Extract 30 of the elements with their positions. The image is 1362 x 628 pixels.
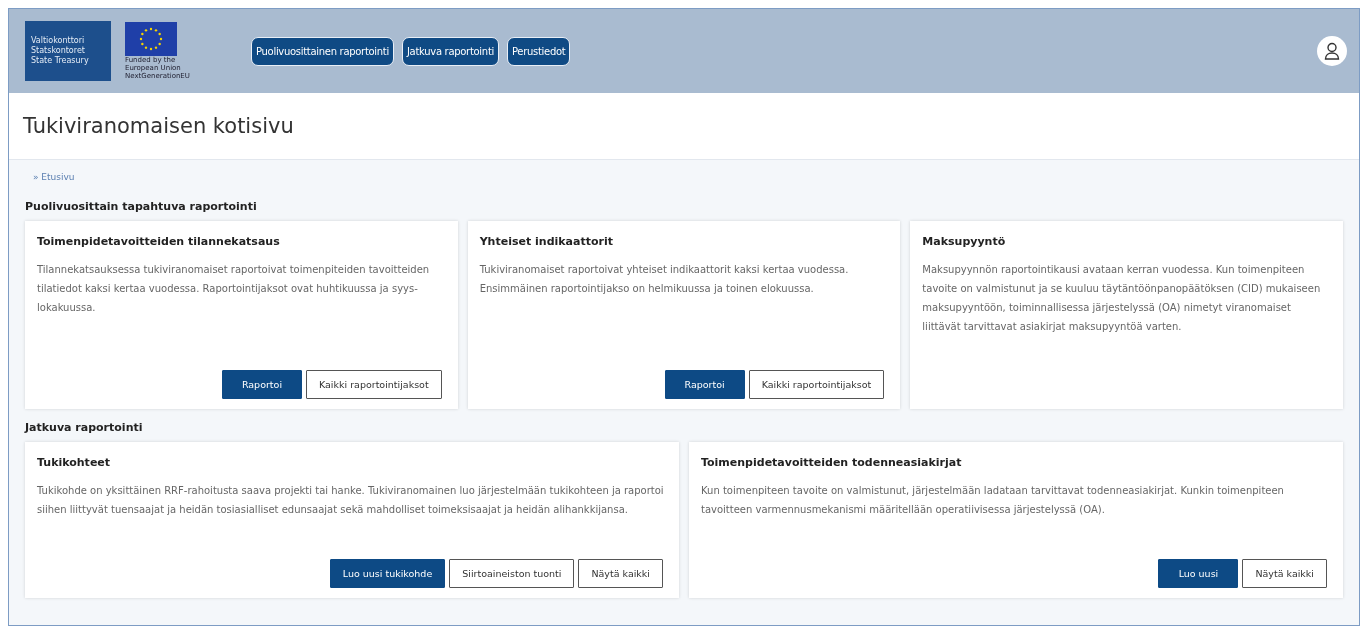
card-title: Yhteiset indikaattorit bbox=[479, 235, 614, 248]
secondary-button[interactable]: Näytä kaikki bbox=[578, 559, 663, 588]
card-title: Tukikohteet bbox=[37, 456, 112, 469]
card-text: Tukikohde on yksittäinen RRF-rahoitusta saava projekti tai hanke. Tukiviranomainen luo järjestelmään tukikohteen ja raportoi siihen liittyvät tuensaajat ja heidän tosiasialliset edunsaajat sekä mahdolliset toimeksisaajat ja heidän alihankkijansa. bbox=[37, 484, 665, 517]
card-text: Tilannekatsauksessa tukiviranomaiset raportoivat toimenpiteiden tavoitteiden tilatiedot kaksi kertaa vuodessa. Raportointijaksot ovat huhtikuussa ja syys-lokakuussa. bbox=[37, 263, 431, 315]
treasury-logo: Valtiokonttori Statskontoret State Treasury bbox=[25, 21, 111, 81]
breadcrumb-link[interactable]: » Etusivu bbox=[33, 172, 75, 182]
user-button[interactable] bbox=[1317, 36, 1347, 66]
user-icon bbox=[1324, 42, 1340, 60]
card-text: Tukiviranomaiset raportoivat yhteiset indikaattorit kaksi kertaa vuodessa. Ensimmäinen raportointijakso on helmikuussa ja toinen elokuussa. bbox=[479, 263, 850, 296]
secondary-button[interactable]: Kaikki raportointijaksot bbox=[748, 370, 885, 399]
nav-button[interactable]: Jatkuva raportointi bbox=[401, 36, 499, 66]
primary-button[interactable]: Raportoi bbox=[221, 370, 302, 399]
section-title: Jatkuva raportointi bbox=[25, 421, 144, 434]
card-title: Maksupyyntö bbox=[922, 235, 1007, 248]
primary-button[interactable]: Luo uusi tukikohde bbox=[329, 559, 446, 588]
eu-flag-icon bbox=[125, 22, 177, 56]
primary-button[interactable]: Raportoi bbox=[664, 370, 745, 399]
card-text: Maksupyynnön raportointikausi avataan kerran vuodessa. Kun toimenpiteen tavoite on valmistunut ja se kuuluu täytäntöönpanopäätöksen (CID) mukaiseen maksupyyntöön, toiminnallisessa järjestelyssä (OA) nimetyt viranomaiset liittävät tarvittavat asiakirjat maksupyyntöä varten. bbox=[922, 263, 1322, 334]
card-title: Toimenpidetavoitteiden tilannekatsaus bbox=[37, 235, 281, 248]
nav-button[interactable]: Puolivuosittainen raportointi bbox=[251, 36, 394, 66]
secondary-button[interactable]: Siirtoaineiston tuonti bbox=[449, 559, 575, 588]
secondary-button[interactable]: Kaikki raportointijaksot bbox=[305, 370, 442, 399]
nav-button[interactable]: Perustiedot bbox=[507, 36, 571, 66]
page-title: Tukiviranomaisen kotisivu bbox=[23, 114, 294, 138]
primary-button[interactable]: Luo uusi bbox=[1158, 559, 1239, 588]
section-title: Puolivuosittain tapahtuva raportointi bbox=[25, 200, 258, 213]
card-title: Toimenpidetavoitteiden todenneasiakirjat bbox=[701, 456, 963, 469]
card-text: Kun toimenpiteen tavoite on valmistunut, järjestelmään ladataan tarvittavat todenneasiakirjat. Kunkin toimenpiteen tavoitteen varmennusmekanismi määritellään operatiivisessa järjestelyssä (OA). bbox=[701, 484, 1285, 517]
secondary-button[interactable]: Näytä kaikki bbox=[1242, 559, 1327, 588]
